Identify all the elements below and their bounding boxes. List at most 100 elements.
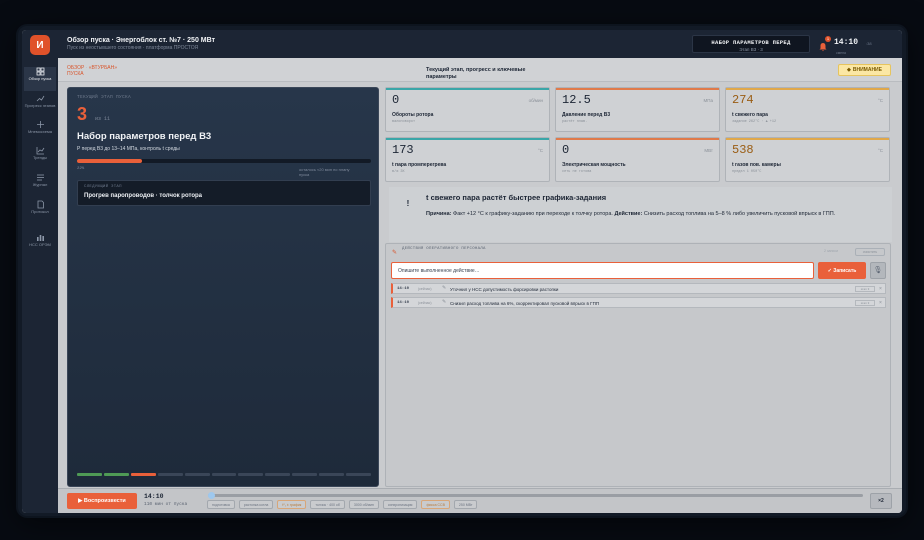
kpi-accent: [726, 88, 889, 90]
kpi-unit: °C: [877, 98, 883, 103]
kpi-unit: МПа: [703, 98, 714, 103]
app-logo[interactable]: И: [30, 35, 50, 55]
playback-elapsed: 110 мин от пуска: [144, 502, 188, 507]
rail-item[interactable]: Мнемосхема: [24, 120, 56, 144]
attention-badge[interactable]: ◆ ВНИМАНИЕ: [838, 64, 891, 76]
timeline-milestones: подготовка растопка котла t⁰₁ ± график толч…: [207, 500, 478, 509]
stage-indicator-title: НАБОР ПАРАМЕТРОВ ПЕРЕД: [711, 39, 791, 46]
kpi-sub: задание 262°C · ▲ +12: [732, 120, 777, 124]
alert-title: t свежего пара растёт быстрее графика-за…: [426, 193, 607, 202]
rail-item[interactable]: Журнал: [24, 173, 56, 197]
action-input[interactable]: Опишите выполненное действие…: [391, 262, 814, 279]
kpi-card[interactable]: 274 °C t свежего пара задание 262°C · ▲ +12: [725, 87, 890, 132]
kpi-value: 173: [392, 143, 414, 157]
kpi-value: 0: [392, 93, 400, 107]
kpi-label: Электрическая мощность: [562, 162, 626, 168]
crosshair-icon: [36, 121, 44, 128]
kpi-label: t газов пов. камеры: [732, 162, 781, 168]
entry-tag: этап 3: [855, 300, 875, 306]
stage-indicator-sub: Этап В3 · 3: [739, 47, 763, 52]
kpi-value: 538: [732, 143, 754, 157]
action-entry[interactable]: 14:10 (сейчас) ✎ Снизил расход топлива на 6…: [391, 297, 886, 308]
document-icon: [37, 200, 44, 209]
timeline-slider[interactable]: [208, 492, 863, 499]
breadcrumb-item[interactable]: «ВТУРБАН»: [89, 65, 117, 71]
rail-item-label: Прогресс этапов: [24, 103, 56, 108]
rail-item[interactable]: Обзор пуска: [24, 67, 56, 91]
timeline-chip[interactable]: толчок · 400 об: [310, 500, 345, 509]
stage-indicator[interactable]: НАБОР ПАРАМЕТРОВ ПЕРЕД Этап В3 · 3: [692, 35, 810, 53]
playback-bar: ▶ Воспроизвести 14:10 110 мин от пуска п…: [58, 488, 902, 513]
current-stage-panel: ТЕКУЩИЙ ЭТАП ПУСКА 3 из 11 Набор парамет…: [67, 87, 379, 487]
stage-segment: [319, 473, 345, 476]
notification-badge: 1: [825, 36, 831, 42]
entry-text: Снизил расход топлива на 6%, скорректиро…: [450, 300, 600, 306]
next-stage-kicker: СЛЕДУЮЩИЙ ЭТАП: [84, 185, 122, 189]
kpi-card[interactable]: 538 °C t газов пов. камеры предел 1 050°C: [725, 137, 890, 182]
trend-icon: [36, 147, 44, 155]
pencil-icon: ✎: [392, 250, 398, 256]
play-button[interactable]: ▶ Воспроизвести: [67, 493, 137, 509]
kpi-value: 12.5: [562, 93, 591, 107]
kpi-sub: предел 1 050°C: [732, 170, 762, 174]
breadcrumb-separator: ·: [85, 65, 88, 71]
alert-action-label: Действие:: [614, 211, 643, 217]
kpi-accent: [556, 138, 719, 140]
diamond-icon: ◆: [847, 67, 851, 73]
alert-box: ! t свежего пара растёт быстрее графика-…: [389, 187, 892, 242]
kpi-accent: [386, 88, 549, 90]
entry-ago: (сейчас): [418, 301, 432, 305]
stage-segment: [184, 473, 210, 476]
kpi-accent: [726, 138, 889, 140]
close-icon[interactable]: ×: [879, 286, 882, 292]
microphone-icon[interactable]: 🎙: [870, 262, 886, 279]
playback-time: 14:10: [144, 493, 164, 500]
kpi-value: 274: [732, 93, 754, 107]
next-stage-box[interactable]: СЛЕДУЮЩИЙ ЭТАП Прогрев паропроводов · то…: [77, 180, 371, 206]
timeline-chip[interactable]: 3000 об/мин: [348, 500, 379, 509]
nav-rail: И Обзор пуска Прогресс этапов Мнемосхема Тр…: [22, 30, 58, 513]
operator-actions-panel: ✎ ДЕЙСТВИЯ ОПЕРАТИВНОГО ПЕРСОНАЛА 2 запи…: [385, 243, 891, 487]
alert-body: Причина: Факт +12 °C к графику-заданию п…: [426, 209, 876, 219]
entry-text: Уточнил у НСС допустимость форсировки ра…: [450, 286, 559, 292]
rail-item[interactable]: Прогресс этапов: [24, 94, 56, 118]
timeline-chip[interactable]: синхронизация: [382, 500, 418, 509]
kpi-label: Обороты ротора: [392, 112, 434, 118]
close-icon[interactable]: ×: [879, 300, 882, 306]
clear-button[interactable]: очистить: [855, 248, 885, 256]
stage-segments: [77, 473, 371, 477]
timeline-chip[interactable]: подготовка: [207, 500, 235, 509]
stage-remaining: осталось ≈20 мин по плану пуска: [299, 167, 350, 177]
kpi-card[interactable]: 0 об/мин Обороты ротора валоповорот: [385, 87, 550, 132]
device-frame: И Обзор пуска Прогресс этапов Мнемосхема Тр…: [18, 26, 906, 516]
kpi-card[interactable]: 12.5 МПа Давление перед В3 растёт плав.: [555, 87, 720, 132]
rail-item-label: Мнемосхема: [28, 129, 52, 134]
kpi-card[interactable]: 173 °C t пара промперегрева в/ж 3К: [385, 137, 550, 182]
pencil-icon: ✎: [442, 285, 447, 291]
rail-item-label: Протокол: [31, 209, 49, 214]
kpi-sub: валоповорот: [392, 120, 416, 124]
stage-segment: [265, 473, 291, 476]
breadcrumb-item[interactable]: ПУСКА: [67, 71, 84, 77]
rail-item[interactable]: Тренды: [24, 146, 56, 170]
timeline-knob[interactable]: [208, 492, 215, 499]
stage-segment: [211, 473, 237, 476]
bell-icon[interactable]: 1: [818, 36, 831, 52]
submit-button[interactable]: ✓ Записать: [818, 262, 866, 279]
action-entry[interactable]: 14:10 (сейчас) ✎ Уточнил у НСС допустимость…: [391, 283, 886, 294]
rail-item[interactable]: НСС ОРЭМ: [24, 233, 56, 257]
timeline-chip[interactable]: фикса ССВ: [421, 500, 450, 509]
stage-progress-label: 22%: [77, 167, 85, 171]
kpi-card[interactable]: 0 МВт Электрическая мощность сеть не готова: [555, 137, 720, 182]
timeline-chip[interactable]: 250 МВт: [453, 500, 478, 509]
speed-button[interactable]: ×2: [870, 493, 892, 509]
timeline-chip[interactable]: t⁰₁ ± график: [277, 500, 307, 509]
stage-kicker: ТЕКУЩИЙ ЭТАП ПУСКА: [77, 95, 132, 100]
clock: 14:10: [834, 38, 859, 47]
kpi-unit: °C: [537, 148, 543, 153]
rail-item[interactable]: Протокол: [24, 200, 56, 224]
timeline-chip[interactable]: растопка котла: [238, 500, 274, 509]
page-subtitle: Пуск из неостывшего состояния · платформ…: [67, 45, 199, 51]
stage-segment: [238, 473, 264, 476]
clock-caption: смена: [836, 51, 846, 55]
